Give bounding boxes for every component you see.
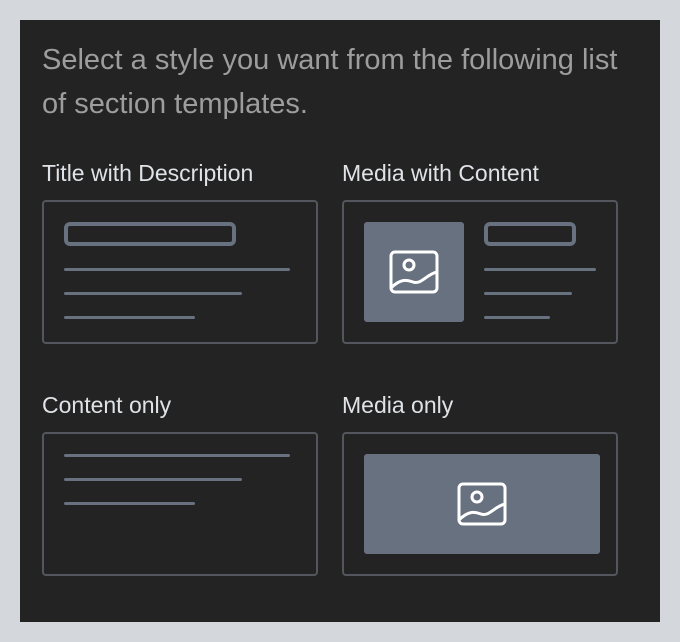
title-placeholder	[484, 222, 576, 246]
image-icon	[457, 482, 507, 526]
image-icon	[389, 250, 439, 294]
title-placeholder	[64, 222, 236, 246]
media-placeholder	[364, 454, 600, 554]
template-card-media-only[interactable]	[342, 432, 618, 576]
text-line-placeholder	[64, 478, 242, 481]
template-label-content-only: Content only	[42, 392, 172, 418]
text-line-placeholder	[64, 454, 290, 457]
template-label-media-only: Media only	[342, 392, 454, 418]
text-line-placeholder	[484, 316, 550, 319]
template-label-title-with-description: Title with Description	[42, 160, 254, 186]
template-card-title-with-description[interactable]	[42, 200, 318, 344]
text-line-placeholder	[64, 292, 242, 295]
text-line-placeholder	[64, 316, 195, 319]
template-card-content-only[interactable]	[42, 432, 318, 576]
text-line-placeholder	[484, 268, 596, 271]
section-template-picker: Select a style you want from the followi…	[20, 20, 660, 622]
text-line-placeholder	[64, 268, 290, 271]
instruction-text: Select a style you want from the followi…	[42, 44, 618, 120]
media-placeholder	[364, 222, 464, 322]
text-line-placeholder	[484, 292, 572, 295]
template-label-media-with-content: Media with Content	[342, 160, 539, 186]
text-line-placeholder	[64, 502, 195, 505]
template-card-media-with-content[interactable]	[342, 200, 618, 344]
